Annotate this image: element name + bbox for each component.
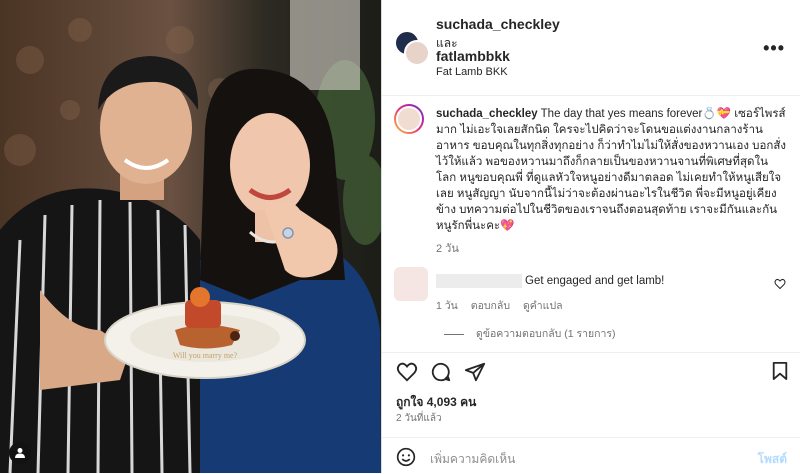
post-photo[interactable]: Will you marry me? xyxy=(0,0,381,473)
post-header: suchada_checkley และ fatlambbkk Fat Lamb… xyxy=(382,0,800,96)
post-details-panel: suchada_checkley และ fatlambbkk Fat Lamb… xyxy=(381,0,800,473)
avatar-suchada[interactable] xyxy=(404,40,430,66)
like-heart-icon[interactable] xyxy=(396,361,418,383)
caption-avatar[interactable] xyxy=(394,104,424,134)
more-horizontal-icon[interactable]: ••• xyxy=(763,38,785,59)
comment-like-heart-icon[interactable] xyxy=(774,278,786,290)
comment-translate-button[interactable]: ดูคำแปล xyxy=(523,300,563,312)
collaborator-username[interactable]: fatlambbkk xyxy=(436,48,510,64)
comment-reply-button[interactable]: ตอบกลับ xyxy=(471,300,510,312)
comment-text: Get engaged and get lamb! xyxy=(525,275,665,287)
likes-count[interactable]: ถูกใจ 4,093 คน xyxy=(396,393,476,412)
comment-meta: 1 วัน ตอบกลับ ดูคำแปล xyxy=(436,297,573,314)
caption-timestamp: 2 วัน xyxy=(436,243,459,255)
user-icon xyxy=(15,448,25,458)
post-comment-button[interactable]: โพสต์ xyxy=(758,450,787,469)
commenter-username-blurred[interactable] xyxy=(436,274,522,288)
caption-username[interactable]: suchada_checkley xyxy=(436,108,538,120)
location-link[interactable]: Fat Lamb BKK xyxy=(436,66,508,78)
view-replies-button[interactable]: ดูข้อความตอบกลับ (1 รายการ) xyxy=(444,325,616,342)
engagement-photo: Will you marry me? xyxy=(0,0,381,473)
instagram-post-dialog: Will you marry me? suchada_checkley และ … xyxy=(0,0,800,473)
emoji-smiley-icon[interactable] xyxy=(396,447,416,467)
tagged-users-button[interactable] xyxy=(9,442,31,464)
share-paper-plane-icon[interactable] xyxy=(464,361,486,383)
post-caption: suchada_checkley The day that yes means … xyxy=(436,106,788,234)
save-bookmark-icon[interactable] xyxy=(771,361,789,381)
comment-age: 1 วัน xyxy=(436,300,458,312)
view-replies-label: ดูข้อความตอบกลับ (1 รายการ) xyxy=(476,328,616,340)
collab-avatars[interactable] xyxy=(394,30,430,66)
add-comment-bar: เพิ่มความคิดเห็น โพสต์ xyxy=(382,437,800,474)
commenter-avatar[interactable] xyxy=(394,267,428,301)
post-date: 2 วันที่แล้ว xyxy=(396,413,442,424)
comment-bubble-icon[interactable] xyxy=(430,361,452,383)
comment-input[interactable]: เพิ่มความคิดเห็น xyxy=(430,450,515,469)
caption-text: The day that yes means forever💍💝 เซอร์ไพ… xyxy=(436,108,786,232)
author-username[interactable]: suchada_checkley xyxy=(436,16,560,32)
plate-lettering: Will you marry me? xyxy=(173,351,238,360)
